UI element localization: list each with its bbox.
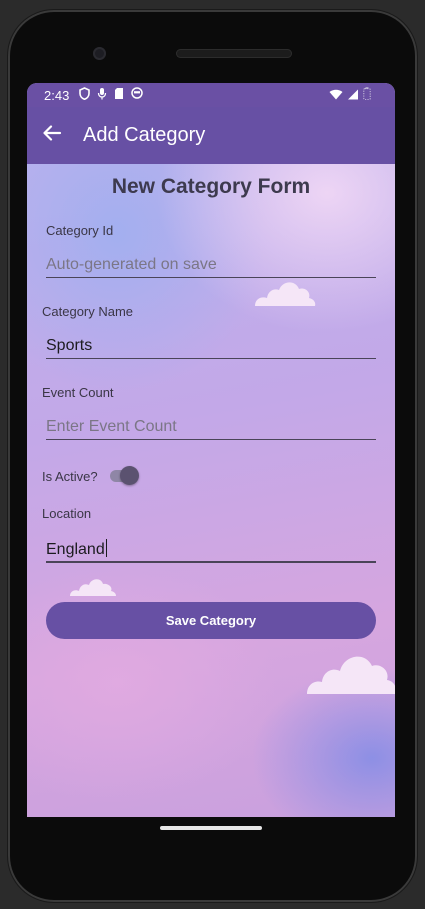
- location-input[interactable]: England: [46, 539, 107, 559]
- category-id-underline: [46, 277, 376, 278]
- is-active-switch-thumb[interactable]: [120, 466, 139, 485]
- location-underline: [46, 561, 376, 563]
- page-title: Add Category: [83, 124, 206, 146]
- wifi-icon: [329, 88, 343, 103]
- status-system-icons: [329, 87, 371, 103]
- home-indicator[interactable]: [160, 826, 262, 830]
- signal-icon: [347, 88, 359, 103]
- cloud-decoration: [70, 579, 116, 596]
- text-cursor: [105, 539, 107, 557]
- cloud-decoration: [255, 282, 316, 306]
- event-count-underline: [46, 439, 376, 440]
- status-bar: 2:43: [27, 83, 395, 107]
- category-name-underline: [46, 358, 376, 359]
- category-id-label: Category Id: [46, 223, 114, 238]
- is-active-label: Is Active?: [42, 469, 98, 484]
- mic-icon: [97, 87, 107, 103]
- location-label: Location: [42, 506, 92, 521]
- category-name-label: Category Name: [42, 304, 134, 319]
- status-notification-icons: [79, 87, 143, 103]
- category-id-input[interactable]: Auto-generated on save: [46, 256, 217, 274]
- location-input-value: England: [46, 541, 105, 558]
- form-title: New Category Form: [111, 175, 311, 198]
- sd-card-icon: [114, 87, 124, 103]
- cloud-decoration: [307, 656, 395, 694]
- event-count-label: Event Count: [42, 385, 114, 400]
- shield-icon: [79, 87, 90, 103]
- earpiece-speaker: [176, 49, 292, 58]
- arrow-left-icon: [41, 125, 63, 148]
- back-button[interactable]: [41, 122, 65, 146]
- app-screen: 2:43 Add Category New Category Form Cate…: [27, 83, 395, 817]
- save-category-button[interactable]: Save Category: [46, 602, 376, 639]
- top-app-bar: Add Category: [27, 107, 395, 164]
- battery-icon: [363, 87, 371, 103]
- face-icon: [131, 87, 143, 103]
- event-count-input[interactable]: Enter Event Count: [46, 418, 177, 436]
- front-camera: [93, 47, 106, 60]
- category-name-input[interactable]: Sports: [46, 337, 92, 355]
- status-time: 2:43: [44, 88, 70, 103]
